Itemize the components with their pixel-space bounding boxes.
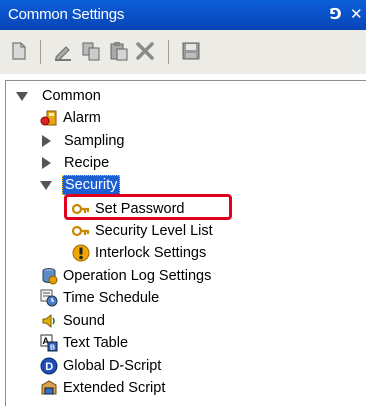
tree-item-label: Interlock Settings <box>95 245 207 261</box>
tree-item-label: Common <box>42 88 101 104</box>
tree-item-operation-log-settings[interactable]: Operation Log Settings <box>40 265 211 287</box>
save-icon[interactable] <box>180 40 202 62</box>
pin-icon[interactable]: ⅁ <box>330 5 342 23</box>
toolbar <box>0 30 366 74</box>
tree-item-sound[interactable]: Sound <box>40 310 105 332</box>
tree-item-extended-script[interactable]: Extended Script <box>40 377 165 399</box>
tree-item-label: Extended Script <box>63 380 166 396</box>
title-bar[interactable]: Common Settings ⅁ ✕ <box>0 0 366 30</box>
toolbar-separator <box>40 40 41 64</box>
clock-icon <box>40 289 58 307</box>
tree-item-label: Global D-Script <box>63 358 162 374</box>
highlight-annotation <box>64 194 232 220</box>
tree-item-label: Sampling <box>64 133 125 149</box>
svg-text:D: D <box>45 361 53 373</box>
expand-arrow-icon[interactable] <box>16 92 28 101</box>
tree-item-recipe[interactable]: Recipe <box>42 152 109 174</box>
tree-item-label: Security <box>62 175 121 195</box>
collapse-arrow-icon[interactable] <box>42 157 51 169</box>
tree-item-text-table[interactable]: AB Text Table <box>40 332 128 354</box>
alarm-icon <box>40 109 58 127</box>
tree-item-label: Operation Log Settings <box>63 268 212 284</box>
delete-icon[interactable] <box>134 40 156 62</box>
expand-arrow-icon[interactable] <box>40 181 52 190</box>
d-script-icon: D <box>40 357 58 375</box>
tree-item-label: Alarm <box>63 110 101 126</box>
key-icon <box>72 222 90 240</box>
tree-item-label: Sound <box>63 313 105 329</box>
database-icon <box>40 267 58 285</box>
tree-item-global-d-script[interactable]: D Global D-Script <box>40 355 161 377</box>
common-settings-panel: Common Settings ⅁ ✕ Common Alarm Samplin… <box>0 0 366 406</box>
interlock-icon <box>72 244 90 262</box>
tree-item-interlock-settings[interactable]: Interlock Settings <box>72 242 206 264</box>
script-icon <box>40 379 58 397</box>
toolbar-separator <box>168 40 169 64</box>
copy-icon[interactable] <box>80 40 102 62</box>
settings-tree: Common Alarm Sampling Recipe Security Se… <box>5 80 366 406</box>
tree-item-label: Text Table <box>63 335 129 351</box>
collapse-arrow-icon[interactable] <box>42 135 51 147</box>
close-icon[interactable]: ✕ <box>350 5 363 23</box>
tree-item-label: Security Level List <box>95 223 213 239</box>
speaker-icon <box>40 312 58 330</box>
tree-item-alarm[interactable]: Alarm <box>40 107 101 129</box>
edit-icon[interactable] <box>52 40 74 62</box>
window-title: Common Settings <box>8 6 125 23</box>
tree-item-label: Recipe <box>64 155 110 171</box>
text-table-icon: AB <box>40 334 58 352</box>
new-page-icon[interactable] <box>8 40 30 62</box>
tree-item-time-schedule[interactable]: Time Schedule <box>40 287 159 309</box>
tree-item-common[interactable]: Common <box>16 85 101 107</box>
tree-item-label: Time Schedule <box>63 290 160 306</box>
svg-text:B: B <box>50 345 55 352</box>
paste-icon[interactable] <box>108 40 130 62</box>
tree-item-sampling[interactable]: Sampling <box>42 130 124 152</box>
tree-item-security-level-list[interactable]: Security Level List <box>72 220 213 242</box>
tree-item-security[interactable]: Security <box>40 174 121 196</box>
